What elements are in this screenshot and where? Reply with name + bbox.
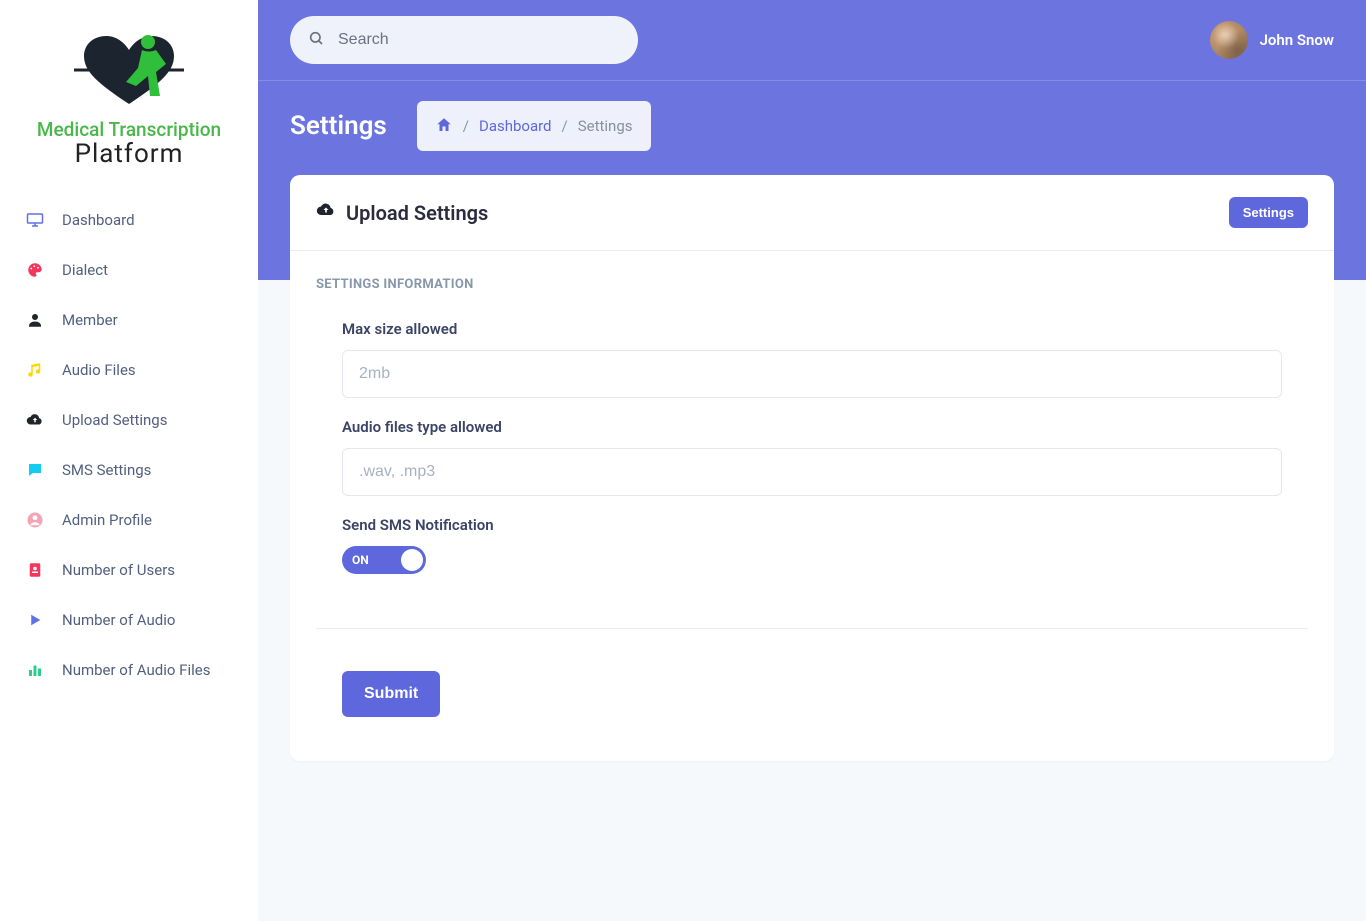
brand-line2: Platform	[75, 139, 184, 169]
label-types: Audio files type allowed	[342, 418, 1282, 436]
palette-icon	[24, 259, 46, 281]
nav-label: Number of Audio	[62, 611, 175, 629]
sidebar-item-number-of-audio[interactable]: Number of Audio	[0, 595, 258, 645]
nav-label: Number of Users	[62, 561, 175, 579]
sidebar-item-admin-profile[interactable]: Admin Profile	[0, 495, 258, 545]
settings-card: Upload Settings Settings SETTINGS INFORM…	[290, 175, 1334, 761]
label-max-size: Max size allowed	[342, 320, 1282, 338]
sms-toggle[interactable]: ON	[342, 546, 426, 574]
search-box[interactable]	[290, 16, 638, 64]
nav-label: Audio Files	[62, 361, 136, 379]
field-types: Audio files type allowed	[316, 408, 1308, 506]
user-name: John Snow	[1260, 31, 1334, 49]
music-icon	[24, 359, 46, 381]
sidebar-item-number-of-users[interactable]: Number of Users	[0, 545, 258, 595]
content: Upload Settings Settings SETTINGS INFORM…	[258, 175, 1366, 801]
nav-label: Dashboard	[62, 211, 135, 229]
card-title-text: Upload Settings	[346, 201, 488, 225]
account-menu[interactable]: John Snow	[1210, 21, 1334, 59]
play-icon	[24, 609, 46, 631]
section-heading: SETTINGS INFORMATION	[290, 251, 1334, 300]
card-title: Upload Settings	[316, 200, 488, 225]
page-title: Settings	[290, 111, 387, 141]
search-input[interactable]	[336, 30, 620, 50]
nav-label: SMS Settings	[62, 461, 151, 479]
nav-label: Number of Audio Files	[62, 661, 210, 679]
breadcrumb-dashboard[interactable]: Dashboard	[479, 117, 552, 135]
nav-label: Dialect	[62, 261, 108, 279]
main: John Snow Settings / Dashboard / Setting…	[258, 0, 1366, 921]
sidebar-item-number-of-audio-files[interactable]: Number of Audio Files	[0, 645, 258, 695]
sidebar-nav: Dashboard Dialect Member Audio Files Upl…	[0, 195, 258, 695]
input-types[interactable]	[342, 448, 1282, 496]
field-max-size: Max size allowed	[316, 310, 1308, 408]
title-bar: Settings / Dashboard / Settings	[258, 101, 1366, 175]
top-header: John Snow	[258, 0, 1366, 80]
monitor-icon	[24, 209, 46, 231]
card-divider	[316, 628, 1308, 629]
sidebar-item-audio-files[interactable]: Audio Files	[0, 345, 258, 395]
header-divider	[258, 80, 1366, 81]
sidebar-item-upload-settings[interactable]: Upload Settings	[0, 395, 258, 445]
label-sms: Send SMS Notification	[342, 516, 1282, 534]
home-icon[interactable]	[435, 116, 453, 136]
input-max-size[interactable]	[342, 350, 1282, 398]
card-header: Upload Settings Settings	[290, 175, 1334, 251]
avatar-icon	[24, 509, 46, 531]
breadcrumb-sep: /	[562, 117, 568, 135]
settings-button[interactable]: Settings	[1229, 197, 1308, 228]
breadcrumb-current: Settings	[578, 117, 633, 135]
brand-line1: Medical Transcription	[37, 118, 221, 141]
search-icon	[308, 30, 324, 50]
avatar	[1210, 21, 1248, 59]
user-icon	[24, 309, 46, 331]
sidebar: Medical Transcription Platform Dashboard…	[0, 0, 258, 921]
chat-icon	[24, 459, 46, 481]
sidebar-item-sms-settings[interactable]: SMS Settings	[0, 445, 258, 495]
field-sms: Send SMS Notification ON	[316, 506, 1308, 584]
cloud-upload-icon	[24, 409, 46, 431]
toggle-knob	[401, 549, 423, 571]
logo-mark-icon	[44, 22, 214, 118]
cloud-upload-icon	[316, 200, 336, 225]
settings-form: Max size allowed Audio files type allowe…	[290, 300, 1334, 610]
breadcrumb: / Dashboard / Settings	[417, 101, 651, 151]
nav-label: Admin Profile	[62, 511, 152, 529]
brand-logo: Medical Transcription Platform	[0, 8, 258, 179]
id-badge-icon	[24, 559, 46, 581]
nav-label: Member	[62, 311, 118, 329]
submit-button[interactable]: Submit	[342, 671, 440, 717]
toggle-state-label: ON	[352, 553, 369, 567]
sidebar-item-member[interactable]: Member	[0, 295, 258, 345]
submit-row: Submit	[290, 647, 1334, 761]
nav-label: Upload Settings	[62, 411, 167, 429]
chart-icon	[24, 659, 46, 681]
breadcrumb-sep: /	[463, 117, 469, 135]
sidebar-item-dialect[interactable]: Dialect	[0, 245, 258, 295]
sidebar-item-dashboard[interactable]: Dashboard	[0, 195, 258, 245]
